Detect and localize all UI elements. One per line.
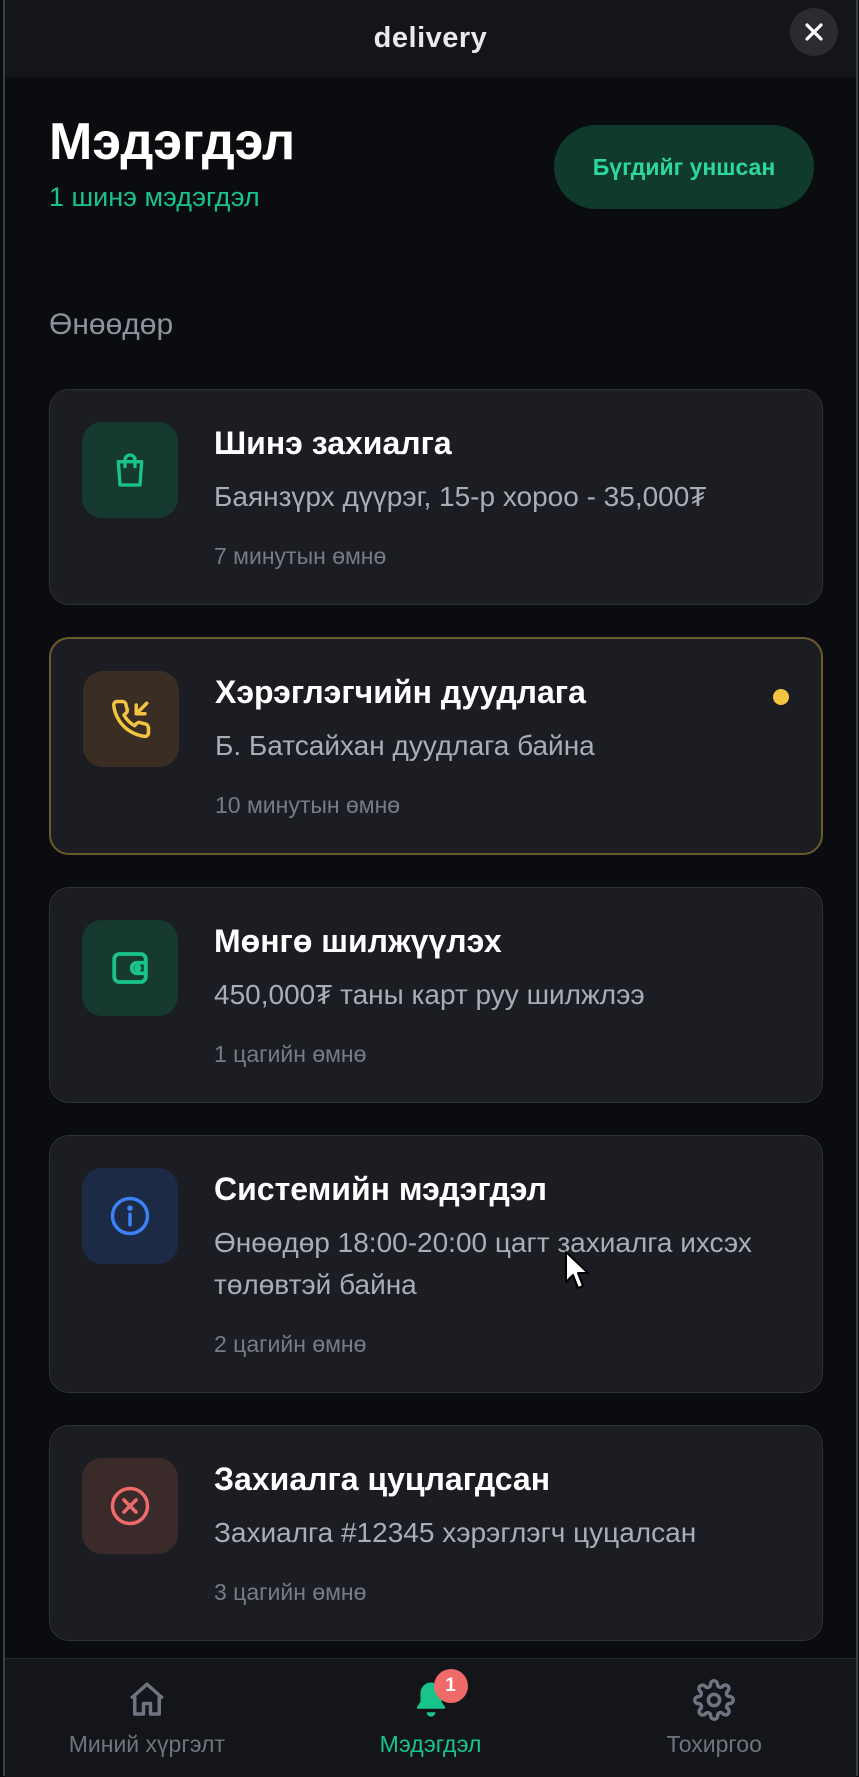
nav-label: Тохиргоо [666,1731,762,1757]
notification-icon-box [82,422,178,518]
nav-item-deliveries[interactable]: Миний хүргэлт [5,1659,289,1777]
notification-time: 2 цагийн өмнө [214,1331,367,1357]
notification-card[interactable]: Шинэ захиалга Баянзүрх дүүрэг, 15-р хоро… [49,389,823,605]
notification-card[interactable]: Хэрэглэгчийн дуудлага Б. Батсайхан дуудл… [49,637,823,855]
mouse-cursor-icon [565,1251,589,1289]
cancel-circle-icon [110,1486,150,1526]
notification-icon-box [82,1458,178,1554]
nav-item-settings[interactable]: Тохиргоо [572,1659,856,1777]
notification-time: 3 цагийн өмнө [214,1579,367,1605]
page-title: Мэдэгдэл [49,113,296,171]
wallet-icon [112,952,148,984]
home-icon [129,1682,164,1716]
notification-card[interactable]: Захиалга цуцлагдсан Захиалга #12345 хэрэ… [49,1425,823,1641]
notification-title: Захиалга цуцлагдсан [214,1461,551,1497]
notification-card[interactable]: Мөнгө шилжүүлэх 450,000₮ таны карт руу ш… [49,887,823,1103]
notification-body: Өнөөдөр 18:00-20:00 цагт захиалга ихсэх … [214,1227,752,1300]
incoming-call-icon [111,699,151,739]
unread-count-label: 1 шинэ мэдэгдэл [49,182,260,212]
close-icon [805,23,823,41]
notification-body: Захиалга #12345 хэрэглэгч цуцалсан [214,1517,697,1548]
nav-label: Мэдэгдэл [379,1731,482,1757]
notification-body: 450,000₮ таны карт руу шилжлээ [214,979,645,1010]
shopping-bag-icon [116,453,144,487]
unread-indicator [773,689,789,705]
section-label-today: Өнөөдөр [49,308,174,341]
gear-icon [693,1679,736,1721]
app-window: delivery Мэдэгдэл 1 шинэ мэдэгдэл Бүгдий… [3,0,858,1777]
nav-label: Миний хүргэлт [68,1731,225,1757]
notification-title: Системийн мэдэгдэл [214,1171,547,1207]
title-bar: delivery [5,0,856,77]
close-button[interactable] [790,8,838,56]
mark-all-read-button[interactable]: Бүгдийг уншсан [554,125,814,209]
nav-item-notifications[interactable]: 1 Мэдэгдэл [289,1659,573,1777]
window-title: delivery [373,22,488,54]
notification-time: 7 минутын өмнө [214,543,387,569]
notification-title: Мөнгө шилжүүлэх [214,923,502,959]
bottom-navigation: Миний хүргэлт 1 Мэдэгдэл Тохиргоо [5,1658,856,1777]
page-header: Мэдэгдэл 1 шинэ мэдэгдэл [49,110,295,213]
notification-list: Шинэ захиалга Баянзүрх дүүрэг, 15-р хоро… [49,389,823,1673]
notification-title: Хэрэглэгчийн дуудлага [215,674,586,710]
notification-title: Шинэ захиалга [214,425,452,461]
notification-time: 1 цагийн өмнө [214,1041,367,1067]
notification-badge: 1 [433,1669,468,1703]
notification-body: Б. Батсайхан дуудлага байна [215,730,595,761]
notification-time: 10 минутын өмнө [215,792,401,818]
notification-body: Баянзүрх дүүрэг, 15-р хороо - 35,000₮ [214,481,707,512]
notification-icon-box [82,920,178,1016]
notification-icon-box [83,671,179,767]
notification-card[interactable]: Системийн мэдэгдэл Өнөөдөр 18:00-20:00 ц… [49,1135,823,1393]
info-icon [110,1196,150,1236]
notification-icon-box [82,1168,178,1264]
